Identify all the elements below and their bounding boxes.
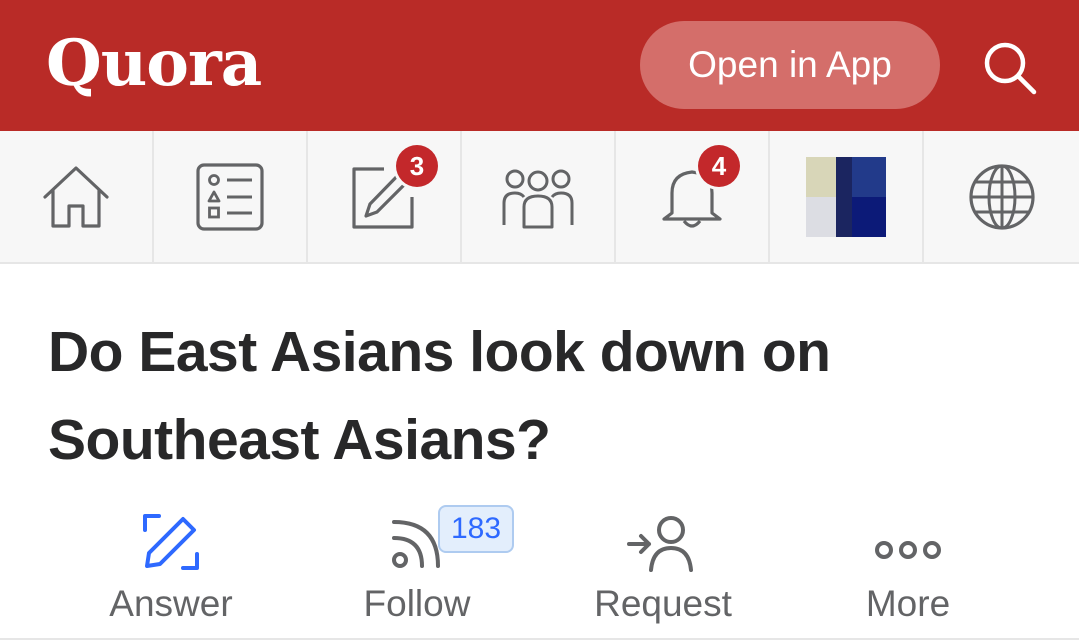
divider bbox=[0, 638, 1079, 640]
nav-notifications[interactable]: 4 bbox=[616, 131, 770, 262]
answer-pencil-icon bbox=[143, 514, 199, 570]
nav-following[interactable] bbox=[154, 131, 308, 262]
home-icon bbox=[43, 165, 109, 228]
quora-logo[interactable]: Quora bbox=[46, 26, 262, 102]
search-button[interactable] bbox=[978, 36, 1040, 98]
more-button[interactable]: More bbox=[850, 500, 966, 630]
nav-answer[interactable]: 3 bbox=[308, 131, 462, 262]
top-header: Quora Open in App bbox=[0, 0, 1079, 131]
feed-list-icon bbox=[196, 162, 264, 231]
people-group-icon bbox=[502, 169, 574, 228]
globe-icon bbox=[968, 163, 1035, 230]
open-in-app-button[interactable]: Open in App bbox=[640, 21, 940, 109]
avatar bbox=[806, 156, 886, 237]
question-action-bar: Answer Follow Request More bbox=[0, 500, 1079, 630]
more-label: More bbox=[865, 583, 951, 624]
answer-button[interactable]: Answer bbox=[90, 500, 252, 630]
nav-home[interactable] bbox=[0, 131, 154, 262]
search-icon bbox=[984, 42, 1037, 95]
notifications-badge: 4 bbox=[698, 145, 740, 187]
follow-count-badge: 183 bbox=[438, 505, 514, 553]
question-title: Do East Asians look down on Southeast As… bbox=[48, 320, 831, 472]
request-button[interactable]: Request bbox=[585, 500, 741, 630]
answer-label: Answer bbox=[109, 583, 233, 624]
more-dots-icon bbox=[875, 541, 941, 559]
request-user-icon bbox=[627, 516, 693, 572]
request-label: Request bbox=[594, 583, 732, 624]
follow-label: Follow bbox=[363, 583, 471, 624]
nav-spaces[interactable] bbox=[462, 131, 616, 262]
answer-badge: 3 bbox=[396, 145, 438, 187]
nav-bar: 3 4 bbox=[0, 131, 1079, 264]
nav-languages[interactable] bbox=[924, 131, 1079, 262]
nav-profile[interactable] bbox=[770, 131, 924, 262]
